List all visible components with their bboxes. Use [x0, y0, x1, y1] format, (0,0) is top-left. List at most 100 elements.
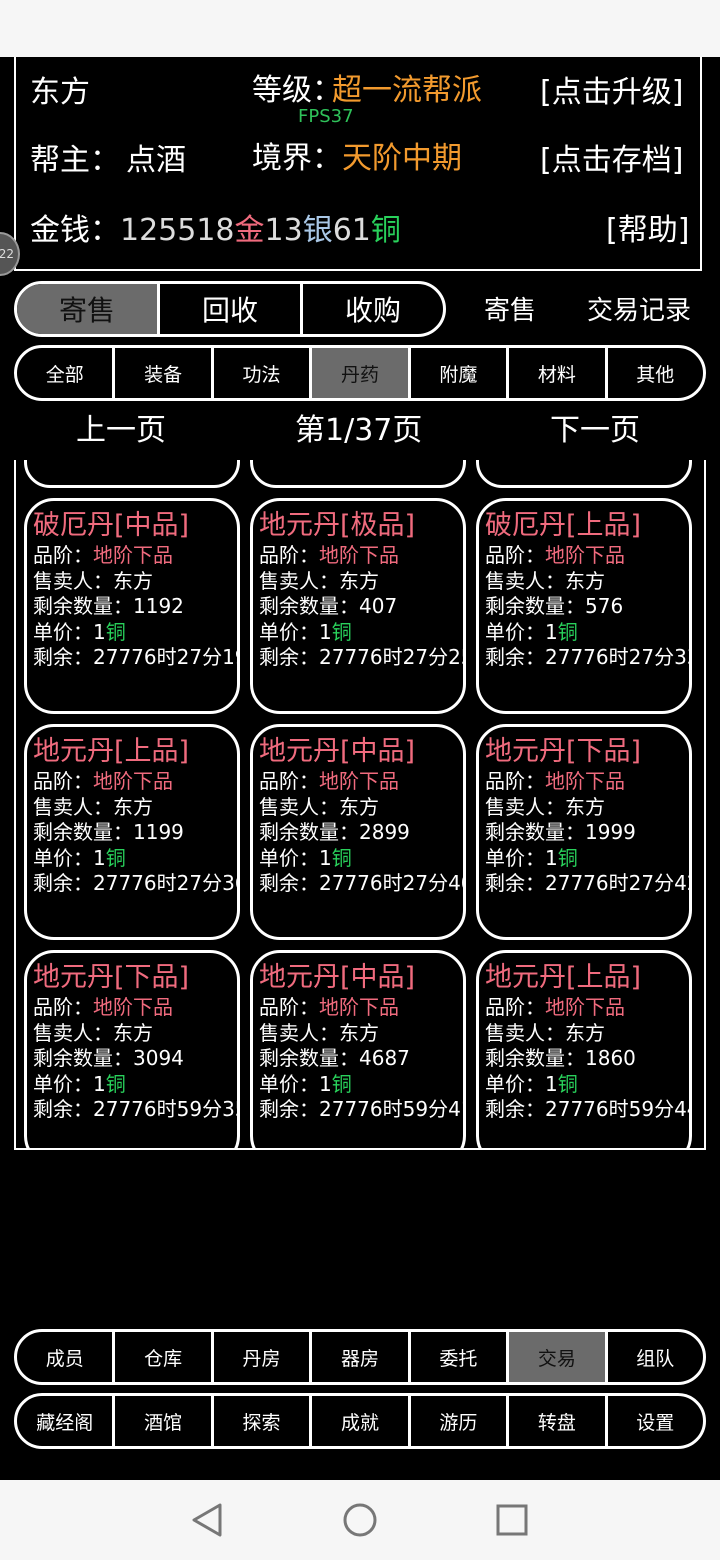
- list-item[interactable]: 地元丹[上品] 品阶：地阶下品 售卖人：东方 剩余数量：1199 单价：1铜 剩余：277…: [24, 724, 240, 940]
- home-icon[interactable]: [342, 1502, 378, 1538]
- bottom-nav-row1: 成员 仓库 丹房 器房 委托 交易 组队: [14, 1329, 706, 1385]
- tab-recycle[interactable]: 回收: [160, 284, 303, 334]
- nav-forge[interactable]: 器房: [312, 1332, 411, 1382]
- trade-records-link[interactable]: 交易记录: [587, 290, 691, 327]
- list-item[interactable]: 地元丹[下品] 品阶：地阶下品 售卖人：东方 剩余数量：3094 单价：1铜 剩余：277…: [24, 950, 240, 1148]
- nav-trade[interactable]: 交易: [509, 1332, 608, 1382]
- guild-header: 东方 等级： 超一流帮派 [点击升级] FPS37 帮主： 点酒 境界： 天阶中…: [14, 57, 702, 271]
- recents-icon[interactable]: [496, 1504, 528, 1536]
- category-tabs: 全部 装备 功法 丹药 附魔 材料 其他: [14, 345, 706, 401]
- list-item-partial: [476, 460, 692, 488]
- list-item[interactable]: 地元丹[极品] 品阶：地阶下品 售卖人：东方 剩余数量：407 单价：1铜 剩余：2777…: [250, 498, 466, 714]
- nav-library[interactable]: 藏经阁: [17, 1396, 116, 1446]
- list-item[interactable]: 地元丹[中品] 品阶：地阶下品 售卖人：东方 剩余数量：2899 单价：1铜 剩余：277…: [250, 724, 466, 940]
- nav-warehouse[interactable]: 仓库: [115, 1332, 214, 1382]
- item-remaining-time: 剩余：27776时59分41: [259, 1097, 466, 1121]
- item-remaining-time: 剩余：27776时27分40: [259, 871, 466, 895]
- category-other[interactable]: 其他: [608, 348, 703, 398]
- item-seller: 售卖人：东方: [485, 568, 605, 593]
- upgrade-button[interactable]: [点击升级]: [540, 67, 683, 111]
- level-label: 等级：: [252, 73, 342, 108]
- item-name: 破厄丹[中品]: [33, 510, 190, 541]
- mode-tabs: 寄售 回收 收购: [14, 281, 446, 337]
- list-item[interactable]: 地元丹[中品] 品阶：地阶下品 售卖人：东方 剩余数量：4687 单价：1铜 剩余：277…: [250, 950, 466, 1148]
- item-price: 单价：1铜: [33, 619, 126, 644]
- item-quantity: 剩余数量：3094: [33, 1046, 184, 1070]
- item-price: 单价：1铜: [485, 845, 578, 870]
- item-grade: 品阶：地阶下品: [485, 995, 625, 1019]
- category-equipment[interactable]: 装备: [115, 348, 214, 398]
- tab-consign[interactable]: 寄售: [17, 284, 160, 334]
- list-item-partial: [250, 460, 466, 488]
- prev-page-button[interactable]: 上一页: [76, 405, 166, 449]
- copper-unit: 铜: [370, 213, 401, 248]
- category-enchant[interactable]: 附魔: [411, 348, 510, 398]
- item-seller: 售卖人：东方: [33, 794, 153, 819]
- system-nav-bar: [0, 1480, 720, 1560]
- item-remaining-time: 剩余：27776时27分33: [485, 645, 692, 669]
- nav-travel[interactable]: 游历: [411, 1396, 510, 1446]
- item-name: 地元丹[极品]: [259, 510, 416, 541]
- category-materials[interactable]: 材料: [509, 348, 608, 398]
- level-value: 超一流帮派: [332, 73, 482, 108]
- nav-commission[interactable]: 委托: [411, 1332, 510, 1382]
- consign-link[interactable]: 寄售: [484, 290, 536, 327]
- silver-amount: 13: [264, 213, 303, 248]
- nav-members[interactable]: 成员: [17, 1332, 116, 1382]
- money-display: 金钱：125518金13银61铜: [30, 205, 401, 249]
- listing-grid[interactable]: 破厄丹[中品] 品阶：地阶下品 售卖人：东方 剩余数量：1192 单价：1铜 剩余：277…: [14, 460, 706, 1150]
- fps-counter: FPS37: [298, 106, 354, 127]
- item-price: 单价：1铜: [259, 1071, 352, 1096]
- item-quantity: 剩余数量：1192: [33, 594, 184, 618]
- nav-settings[interactable]: 设置: [608, 1396, 703, 1446]
- list-item[interactable]: 破厄丹[上品] 品阶：地阶下品 售卖人：东方 剩余数量：576 单价：1铜 剩余：2777…: [476, 498, 692, 714]
- help-button[interactable]: [帮助]: [606, 205, 689, 249]
- category-skills[interactable]: 功法: [214, 348, 313, 398]
- back-icon[interactable]: [190, 1502, 224, 1538]
- guild-name: 东方: [30, 75, 90, 110]
- list-item[interactable]: 地元丹[上品] 品阶：地阶下品 售卖人：东方 剩余数量：1860 单价：1铜 剩余：277…: [476, 950, 692, 1148]
- item-seller: 售卖人：东方: [33, 1020, 153, 1045]
- category-all[interactable]: 全部: [17, 348, 116, 398]
- gold-amount: 125518: [120, 213, 235, 248]
- item-name: 地元丹[下品]: [485, 736, 642, 767]
- item-seller: 售卖人：东方: [259, 568, 379, 593]
- item-remaining-time: 剩余：27776时27分25: [259, 645, 466, 669]
- item-name: 地元丹[上品]: [33, 736, 190, 767]
- item-remaining-time: 剩余：27776时27分42: [485, 871, 692, 895]
- item-quantity: 剩余数量：1860: [485, 1046, 636, 1070]
- item-grade: 品阶：地阶下品: [33, 995, 173, 1019]
- nav-alchemy[interactable]: 丹房: [214, 1332, 313, 1382]
- category-pills[interactable]: 丹药: [312, 348, 411, 398]
- nav-wheel[interactable]: 转盘: [509, 1396, 608, 1446]
- list-item[interactable]: 地元丹[下品] 品阶：地阶下品 售卖人：东方 剩余数量：1999 单价：1铜 剩余：277…: [476, 724, 692, 940]
- item-grade: 品阶：地阶下品: [259, 543, 399, 567]
- silver-unit: 银: [302, 213, 333, 248]
- nav-team[interactable]: 组队: [608, 1332, 703, 1382]
- realm-value: 天阶中期: [342, 141, 462, 176]
- save-button[interactable]: [点击存档]: [540, 135, 683, 179]
- gold-unit: 金: [234, 213, 265, 248]
- item-seller: 售卖人：东方: [259, 794, 379, 819]
- nav-tavern[interactable]: 酒馆: [115, 1396, 214, 1446]
- leader-value: 点酒: [126, 143, 186, 178]
- next-page-button[interactable]: 下一页: [550, 405, 640, 449]
- copper-amount: 61: [332, 213, 371, 248]
- item-remaining-time: 剩余：27776时59分35: [33, 1097, 240, 1121]
- item-name: 破厄丹[上品]: [485, 510, 642, 541]
- item-price: 单价：1铜: [33, 845, 126, 870]
- list-item[interactable]: 破厄丹[中品] 品阶：地阶下品 售卖人：东方 剩余数量：1192 单价：1铜 剩余：277…: [24, 498, 240, 714]
- item-price: 单价：1铜: [485, 1071, 578, 1096]
- item-seller: 售卖人：东方: [33, 568, 153, 593]
- item-quantity: 剩余数量：576: [485, 594, 624, 618]
- tab-purchase[interactable]: 收购: [303, 284, 443, 334]
- item-name: 地元丹[中品]: [259, 962, 416, 993]
- nav-explore[interactable]: 探索: [214, 1396, 313, 1446]
- item-seller: 售卖人：东方: [485, 1020, 605, 1045]
- nav-achievements[interactable]: 成就: [312, 1396, 411, 1446]
- item-price: 单价：1铜: [259, 619, 352, 644]
- leader-label: 帮主：: [30, 143, 120, 178]
- item-name: 地元丹[下品]: [33, 962, 190, 993]
- item-remaining-time: 剩余：27776时27分19: [33, 645, 240, 669]
- item-seller: 售卖人：东方: [259, 1020, 379, 1045]
